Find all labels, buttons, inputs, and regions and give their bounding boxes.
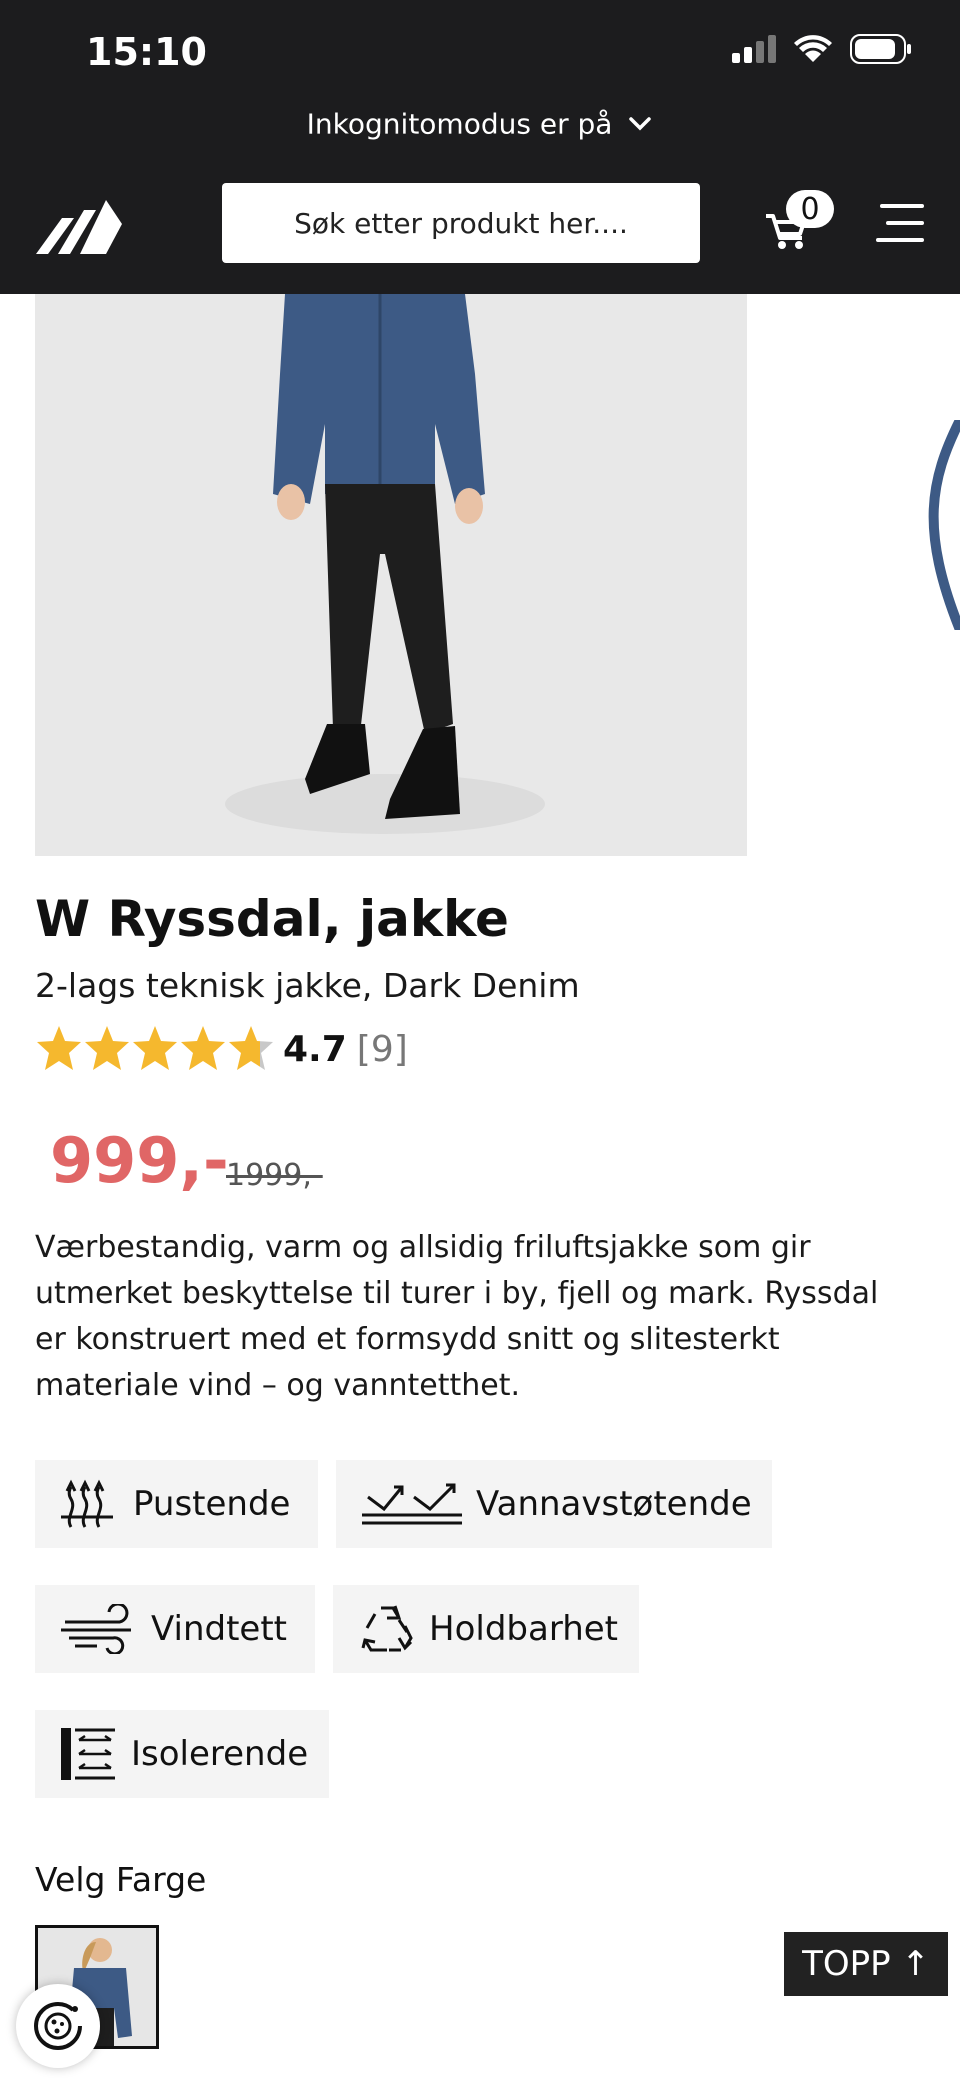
- review-count[interactable]: [9]: [357, 1029, 408, 1070]
- battery-icon: [850, 34, 911, 64]
- brand-logo-icon[interactable]: [36, 196, 122, 254]
- windproof-icon: [61, 1604, 131, 1654]
- water-repellent-icon: [362, 1483, 462, 1525]
- current-price: 999,-: [50, 1124, 229, 1197]
- search-input[interactable]: Søk etter produkt her....: [222, 183, 700, 263]
- top-bar: 15:10 Inkognitomodus er på Søk etter pro…: [0, 0, 960, 294]
- wifi-icon: [794, 35, 832, 62]
- product-description: Værbestandig, varm og allsidig friluftsj…: [35, 1230, 879, 1403]
- status-time: 15:10: [86, 30, 207, 74]
- feature-insulating: Isolerende: [35, 1710, 329, 1798]
- breathable-icon: [61, 1479, 113, 1528]
- rating-stars-icon: [37, 1026, 273, 1070]
- cookie-settings-button[interactable]: [16, 1984, 100, 2068]
- product-photo: [35, 294, 747, 856]
- feature-label: Vindtett: [151, 1609, 287, 1649]
- chevron-down-icon: [629, 117, 652, 131]
- color-picker-label: Velg Farge: [35, 1860, 207, 1899]
- product-subtitle: 2-lags teknisk jakke, Dark Denim: [35, 966, 580, 1005]
- original-price: 1999,-: [226, 1158, 323, 1193]
- cart-count-badge: 0: [786, 190, 834, 228]
- feature-label: Vannavstøtende: [476, 1484, 752, 1524]
- incognito-label: Inkognitomodus er på: [306, 107, 613, 141]
- feature-water-repellent: Vannavstøtende: [336, 1460, 772, 1548]
- feature-breathable: Pustende: [35, 1460, 318, 1548]
- next-image-peek[interactable]: [920, 420, 960, 630]
- product-image[interactable]: [35, 294, 747, 856]
- status-icons: [732, 34, 912, 64]
- signal-icon: [732, 35, 776, 63]
- rating-value: 4.7: [283, 1028, 347, 1070]
- recycle-icon: [361, 1605, 413, 1652]
- incognito-indicator[interactable]: Inkognitomodus er på: [0, 106, 960, 141]
- feature-label: Isolerende: [131, 1734, 309, 1774]
- insulation-icon: [61, 1728, 115, 1780]
- back-to-top-button[interactable]: TOPP ↑: [784, 1932, 948, 1996]
- feature-windproof: Vindtett: [35, 1585, 315, 1673]
- feature-durability: Holdbarhet: [333, 1585, 639, 1673]
- product-title: W Ryssdal, jakke: [35, 890, 509, 948]
- rating-row[interactable]: 4.7 [9]: [35, 1024, 408, 1074]
- feature-label: Pustende: [133, 1484, 291, 1524]
- cookie-icon: [34, 2002, 82, 2050]
- hamburger-menu-icon[interactable]: [876, 204, 924, 242]
- feature-label: Holdbarhet: [429, 1609, 618, 1649]
